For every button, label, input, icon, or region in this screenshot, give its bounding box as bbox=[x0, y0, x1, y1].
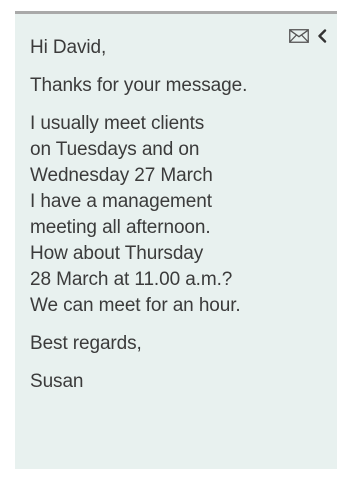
message-line: Thanks for your message. bbox=[30, 75, 248, 96]
paragraph-closing: Best regards, bbox=[30, 331, 327, 357]
message-line: 28 March at 11.00 a.m.? bbox=[30, 269, 233, 290]
message-line: I usually meet clients bbox=[30, 113, 205, 134]
signature: Susan bbox=[30, 371, 84, 392]
message-line: meeting all afternoon. bbox=[30, 217, 211, 238]
paragraph-availability: I usually meet clients on Tuesdays and o… bbox=[30, 111, 327, 319]
message-line: on Tuesdays and on bbox=[30, 139, 200, 160]
message-body: Hi David, Thanks for your message. I usu… bbox=[30, 35, 327, 395]
message-line: We can meet for an hour. bbox=[30, 295, 241, 316]
greeting: Hi David, bbox=[30, 37, 107, 58]
message-line: Wednesday 27 March bbox=[30, 165, 213, 186]
closing-line: Best regards, bbox=[30, 333, 142, 354]
message-line: I have a management bbox=[30, 191, 212, 212]
message-line: How about Thursday bbox=[30, 243, 204, 264]
paragraph-thanks: Thanks for your message. bbox=[30, 73, 327, 99]
email-message-card: Hi David, Thanks for your message. I usu… bbox=[15, 11, 337, 469]
